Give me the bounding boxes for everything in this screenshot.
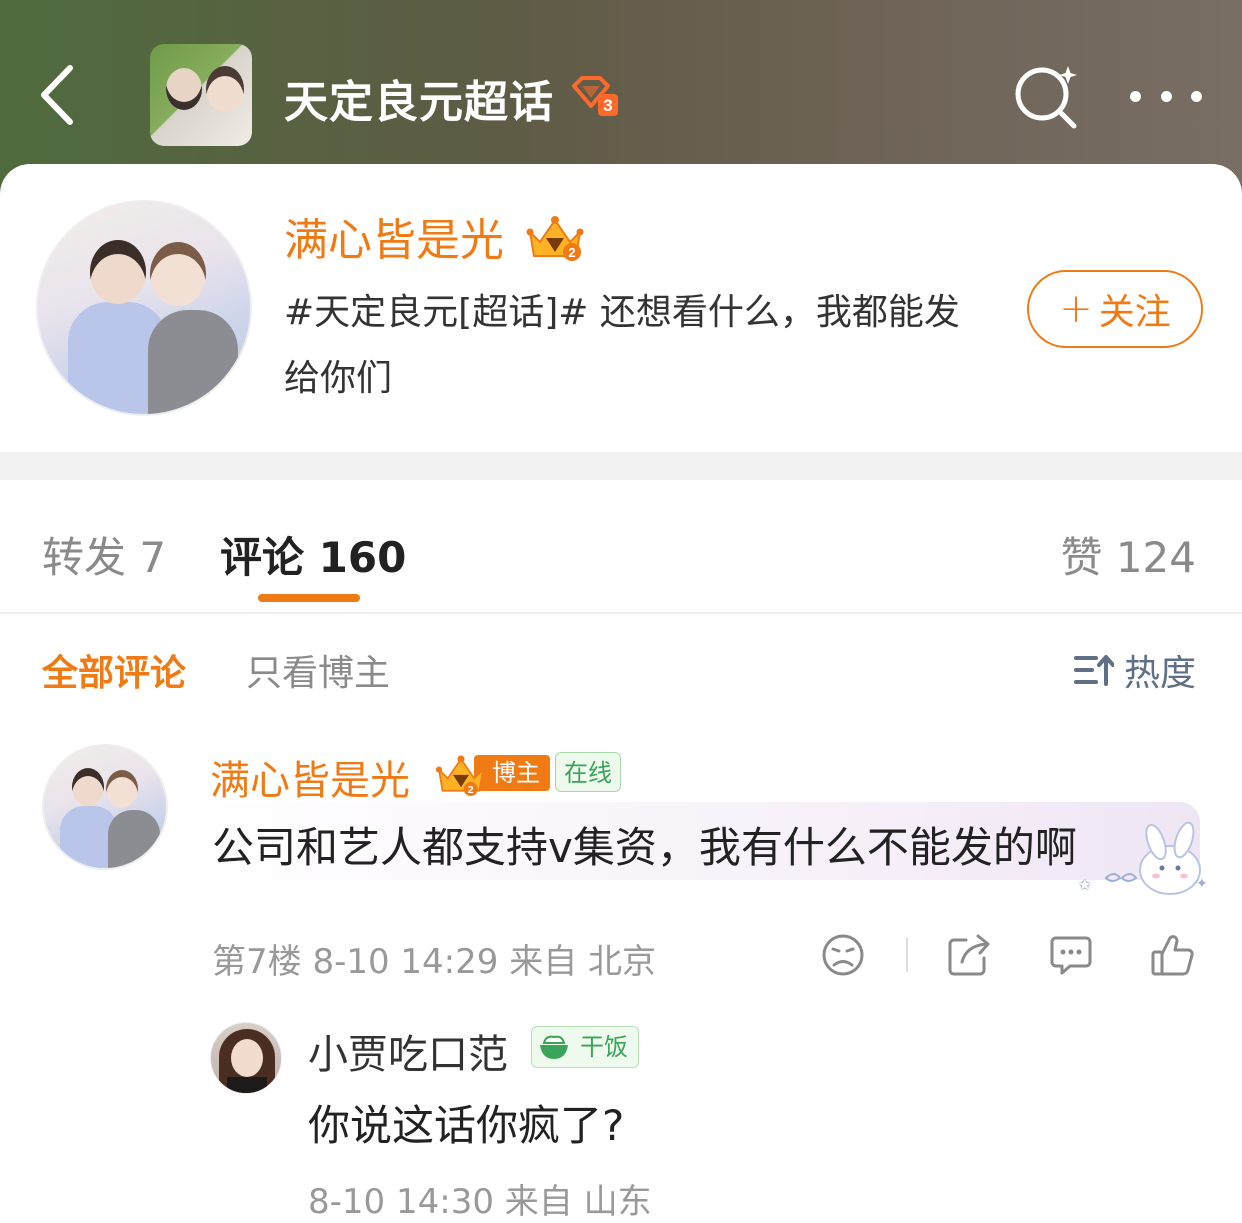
comment-bubble-icon[interactable] <box>1048 932 1094 978</box>
action-divider <box>906 938 908 972</box>
search-sparkle-icon[interactable] <box>1012 62 1080 130</box>
crown-badge-level: 2 <box>468 784 474 796</box>
svg-text:✩: ✩ <box>1078 875 1092 894</box>
active-tab-indicator <box>258 594 360 602</box>
filter-blogger-only[interactable]: 只看博主 <box>246 644 390 696</box>
crown-badge-icon: 2 <box>526 216 584 261</box>
topic-rank-badge-icon: 3 <box>572 76 618 116</box>
fan-tag: 干饭 <box>531 1026 639 1068</box>
crown-badge-icon: 2 <box>435 755 487 796</box>
reply-text[interactable]: 你说这话你疯了? <box>308 1092 624 1153</box>
online-status-tag: 在线 <box>555 752 621 792</box>
sort-icon <box>1073 655 1114 686</box>
post-card: 满心皆是光 2 #天定良元[超话]# 还想看什么，我都能发给你们 + 关注 <box>0 164 1242 452</box>
filter-all-comments[interactable]: 全部评论 <box>42 644 186 696</box>
plus-icon: + <box>1059 286 1093 332</box>
svg-text:✦: ✦ <box>1196 876 1208 892</box>
dislike-face-icon[interactable] <box>820 932 866 978</box>
tab-like[interactable]: 赞 124 <box>1060 524 1196 585</box>
chevron-left-icon <box>41 65 73 125</box>
sort-label: 热度 <box>1123 653 1196 694</box>
topic-rank-number: 3 <box>603 96 612 115</box>
fan-tag-label: 干饭 <box>580 1033 628 1061</box>
share-icon[interactable] <box>946 932 992 978</box>
reply-meta: 8-10 14:30 来自 山东 <box>308 1182 652 1222</box>
reply-avatar[interactable] <box>210 1022 282 1094</box>
follow-button[interactable]: + 关注 <box>1027 270 1203 348</box>
post-author-name[interactable]: 满心皆是光 <box>284 204 504 268</box>
back-button[interactable] <box>28 60 84 130</box>
tab-comment[interactable]: 评论 160 <box>220 524 406 585</box>
reply-author-name[interactable]: 小贾吃口范 <box>308 1022 508 1080</box>
tab-repost[interactable]: 转发 7 <box>42 524 166 585</box>
comment-text[interactable]: 公司和艺人都支持v集资，我有什么不能发的啊 <box>212 814 1077 875</box>
follow-label: 关注 <box>1098 292 1171 333</box>
post-author-avatar[interactable] <box>36 200 252 416</box>
crown-badge-level: 2 <box>568 245 575 260</box>
topic-thumbnail[interactable] <box>150 44 252 146</box>
thumbs-up-icon[interactable] <box>1150 932 1196 978</box>
bunny-sticker-icon: ✩ ✦ <box>1078 821 1208 895</box>
comment-meta: 第7楼 8-10 14:29 来自 北京 <box>212 942 657 982</box>
comment-author-name[interactable]: 满心皆是光 <box>210 748 410 806</box>
comment-avatar[interactable] <box>42 744 168 870</box>
more-dots-icon[interactable] <box>1130 76 1202 116</box>
interaction-tabs: 转发 7 评论 160 赞 124 <box>0 480 1242 614</box>
topic-title[interactable]: 天定良元超话 <box>284 66 554 130</box>
section-divider <box>0 452 1242 480</box>
post-text[interactable]: #天定良元[超话]# 还想看什么，我都能发给你们 <box>284 280 994 412</box>
sort-button[interactable]: 热度 <box>1073 644 1196 696</box>
rice-bowl-icon <box>540 1035 568 1059</box>
